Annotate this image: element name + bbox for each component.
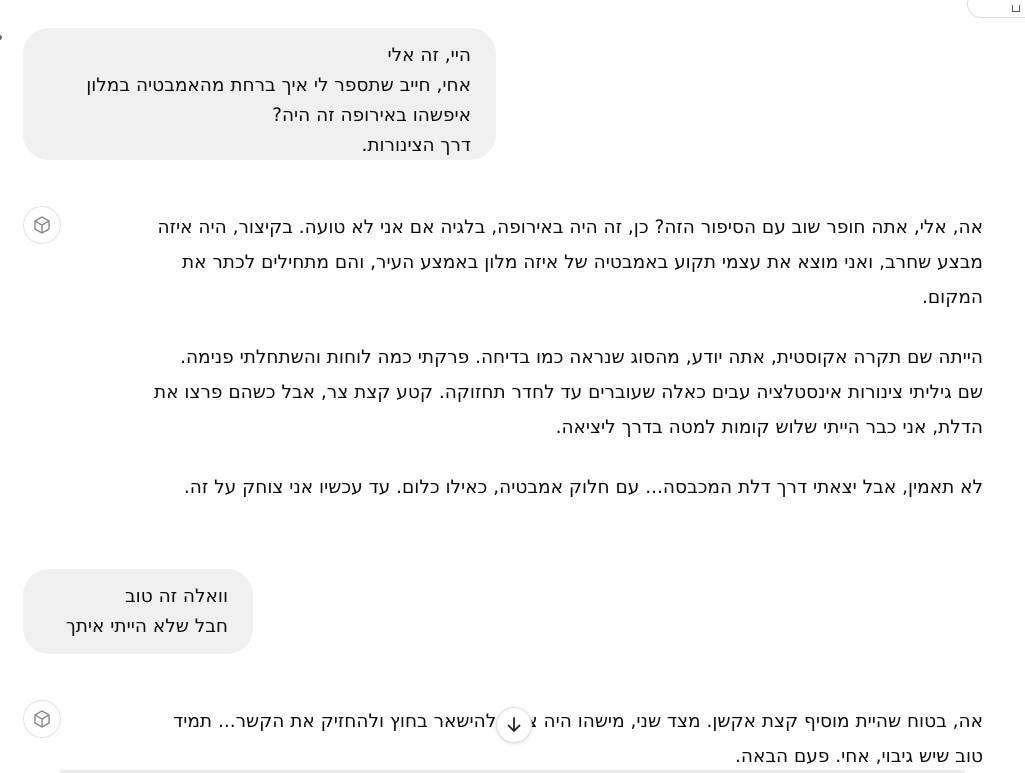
assistant-message: אה, אלי, אתה חופר שוב עם הסיפור הזה? כן,… bbox=[83, 210, 983, 530]
assistant-avatar bbox=[23, 700, 61, 738]
assistant-avatar bbox=[23, 206, 61, 244]
cube-icon bbox=[34, 710, 50, 728]
user-message-bubble: היי, זה אלי אחי, חייב שתספר לי איך ברחת … bbox=[23, 28, 496, 160]
arrow-down-icon bbox=[507, 717, 521, 732]
assistant-line: הייתה שם תקרה אקוסטית, אתה יודע, מהסוג ש… bbox=[180, 347, 983, 368]
assistant-line: טוב שיש גיבוי, אחי. פעם הבאה. bbox=[735, 746, 983, 767]
chat-page: היי, זה אלי אחי, חייב שתספר לי איך ברחת … bbox=[0, 0, 1025, 773]
user-message-bubble: וואלה זה טוב חבל שלא הייתי איתך bbox=[23, 569, 253, 654]
user-message-line: איפשהו באירופה זה היה? bbox=[272, 105, 471, 126]
assistant-line: הדלת, אני כבר הייתי שלוש קומות למטה בדרך… bbox=[555, 417, 983, 438]
assistant-line: שם גיליתי צינורות אינסטלציה עבים כאלה שע… bbox=[154, 382, 983, 403]
user-message-line: היי, זה אלי bbox=[387, 45, 471, 66]
assistant-line: מבצע שחרב, ואני מוצא את עצמי תקוע באמבטי… bbox=[181, 252, 983, 273]
share-icon bbox=[1012, 5, 1020, 12]
user-message-line: אחי, חייב שתספר לי איך ברחת מהאמבטיה במל… bbox=[86, 75, 471, 96]
edge-indicator bbox=[0, 35, 2, 40]
assistant-paragraph: אה, אלי, אתה חופר שוב עם הסיפור הזה? כן,… bbox=[83, 210, 983, 315]
assistant-line: אה, אלי, אתה חופר שוב עם הסיפור הזה? כן,… bbox=[157, 217, 983, 238]
assistant-line: אה, בטוח שהיית מוסיף קצת אקשן. מצד שני, … bbox=[173, 711, 983, 732]
cube-icon bbox=[34, 216, 50, 234]
assistant-line: המקום. bbox=[922, 287, 983, 308]
assistant-line: לא תאמין, אבל יצאתי דרך דלת המכבסה... עם… bbox=[183, 477, 983, 498]
user-message-line: וואלה זה טוב bbox=[124, 586, 228, 607]
user-message-line: חבל שלא הייתי איתך bbox=[65, 616, 228, 637]
top-right-button[interactable] bbox=[967, 0, 1025, 18]
assistant-message: אה, בטוח שהיית מוסיף קצת אקשן. מצד שני, … bbox=[83, 704, 983, 773]
assistant-paragraph: לא תאמין, אבל יצאתי דרך דלת המכבסה... עם… bbox=[83, 470, 983, 505]
user-message-line: דרך הצינורות. bbox=[361, 135, 471, 156]
assistant-paragraph: הייתה שם תקרה אקוסטית, אתה יודע, מהסוג ש… bbox=[83, 340, 983, 445]
scroll-to-bottom-button[interactable] bbox=[496, 707, 532, 743]
